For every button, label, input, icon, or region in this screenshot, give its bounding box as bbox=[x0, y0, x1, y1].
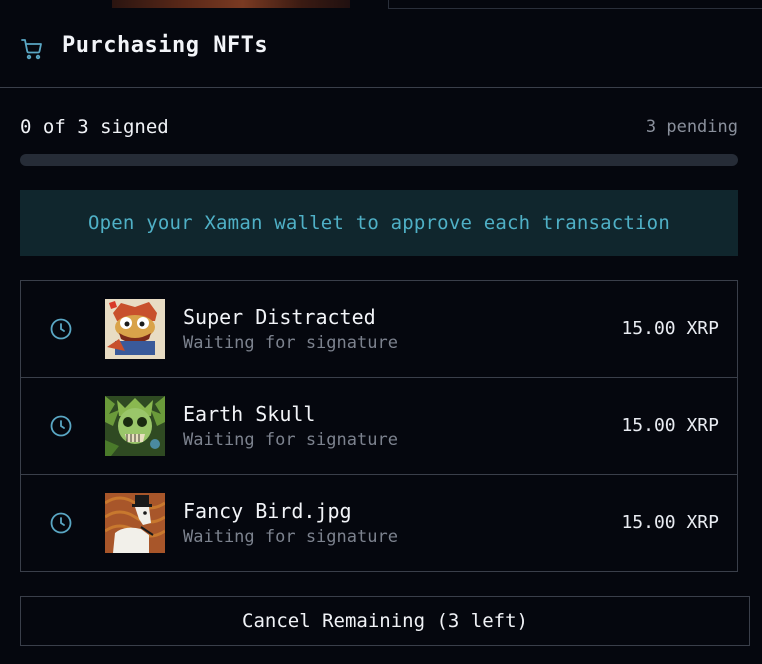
wallet-instruction-banner: Open your Xaman wallet to approve each t… bbox=[20, 190, 738, 256]
transaction-status: Waiting for signature bbox=[183, 333, 398, 353]
nft-name: Super Distracted bbox=[183, 305, 376, 329]
transaction-row: Earth Skull Waiting for signature 15.00 … bbox=[21, 378, 737, 475]
header-divider bbox=[0, 87, 762, 88]
top-strip bbox=[0, 0, 762, 9]
progress-bar bbox=[20, 154, 738, 166]
partial-image bbox=[112, 0, 350, 8]
purchase-modal: Purchasing NFTs 0 of 3 signed 3 pending … bbox=[0, 0, 762, 664]
transaction-status: Waiting for signature bbox=[183, 430, 398, 450]
nft-thumbnail bbox=[105, 396, 165, 456]
nft-price: 15.00 XRP bbox=[621, 512, 719, 533]
divider bbox=[388, 0, 389, 8]
transaction-list: Super Distracted Waiting for signature 1… bbox=[20, 280, 738, 572]
cancel-remaining-button[interactable]: Cancel Remaining (3 left) bbox=[20, 596, 750, 646]
signed-count: 0 of 3 signed bbox=[20, 116, 169, 138]
clock-icon bbox=[50, 415, 72, 437]
nft-price: 15.00 XRP bbox=[621, 415, 719, 436]
transaction-status: Waiting for signature bbox=[183, 527, 398, 547]
modal-header: Purchasing NFTs bbox=[0, 9, 762, 87]
clock-icon bbox=[50, 318, 72, 340]
transaction-row: Super Distracted Waiting for signature 1… bbox=[21, 281, 737, 378]
banner-text: Open your Xaman wallet to approve each t… bbox=[88, 212, 670, 234]
clock-icon bbox=[50, 512, 72, 534]
nft-price: 15.00 XRP bbox=[621, 318, 719, 339]
pending-count: 3 pending bbox=[645, 117, 738, 137]
page-title: Purchasing NFTs bbox=[62, 33, 269, 58]
nft-name: Fancy Bird.jpg bbox=[183, 499, 352, 523]
nft-thumbnail bbox=[105, 299, 165, 359]
cart-icon bbox=[21, 39, 42, 60]
nft-name: Earth Skull bbox=[183, 402, 316, 426]
transaction-row: Fancy Bird.jpg Waiting for signature 15.… bbox=[21, 475, 737, 572]
nft-thumbnail bbox=[105, 493, 165, 553]
